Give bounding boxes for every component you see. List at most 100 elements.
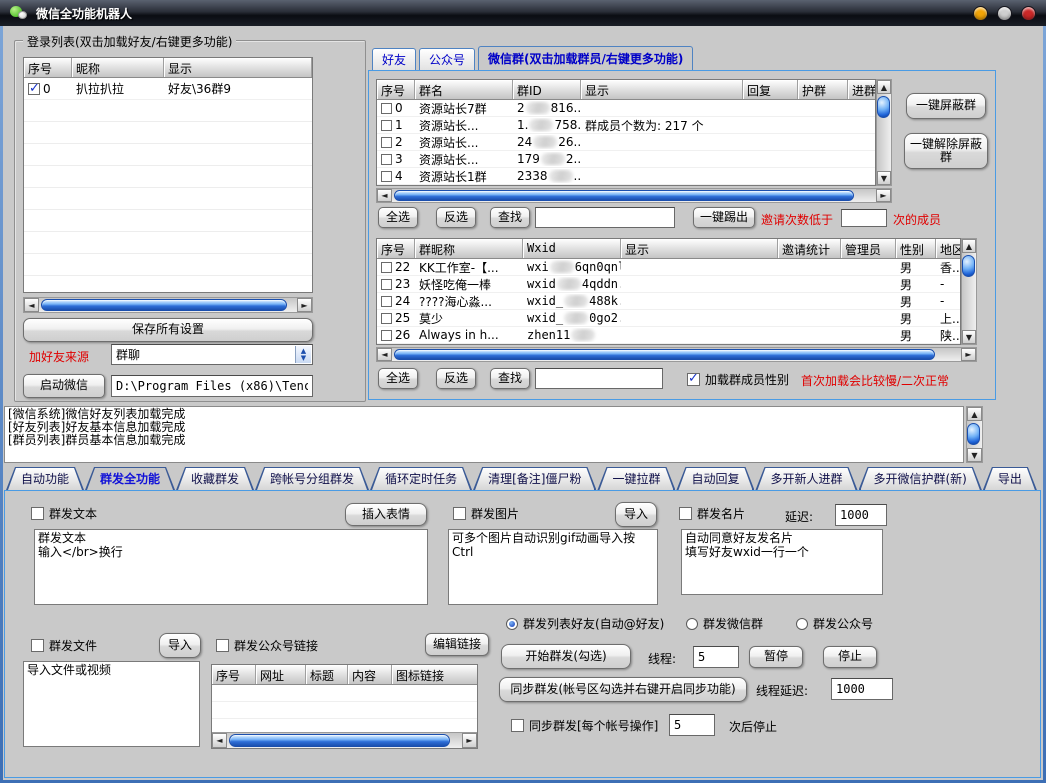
- tab-auto-functions[interactable]: 自动功能: [6, 467, 84, 490]
- link-table[interactable]: 序号 网址 标题 内容 图标链接 ◄ ►: [211, 664, 478, 749]
- send-text-checkbox[interactable]: [31, 507, 44, 520]
- member-select-all-button[interactable]: 全选: [378, 368, 418, 389]
- send-text-checkbox-row[interactable]: 群发文本: [31, 505, 97, 522]
- invite-threshold-input[interactable]: [841, 209, 887, 227]
- tab-one-key-group[interactable]: 一键拉群: [597, 467, 675, 490]
- group-row[interactable]: 2 资源站长... 2426...: [377, 134, 875, 151]
- sync-per-account-checkbox[interactable]: [511, 719, 524, 732]
- scroll-right-arrow[interactable]: ►: [876, 189, 891, 202]
- send-link-checkbox[interactable]: [216, 639, 229, 652]
- group-row[interactable]: 5 资源站长...: [377, 185, 875, 186]
- thread-count-input[interactable]: [693, 646, 739, 668]
- start-mass-send-button[interactable]: 开始群发(勾选): [501, 644, 631, 669]
- member-table-hscrollbar[interactable]: ◄ ►: [376, 347, 977, 362]
- file-import-button[interactable]: 导入: [159, 633, 201, 658]
- group-invert-button[interactable]: 反选: [436, 207, 476, 228]
- member-row[interactable]: 23 妖怪吃俺一棒 wxid4qddn... 男 -: [377, 276, 960, 293]
- scroll-left-arrow[interactable]: ◄: [377, 189, 392, 202]
- group-table[interactable]: 序号 群名 群ID 显示 回复 护群 进群 0 资源站长7群 2816...: [376, 79, 876, 186]
- send-image-checkbox-row[interactable]: 群发图片: [453, 505, 519, 522]
- login-table-hscrollbar[interactable]: ◄ ►: [23, 297, 313, 313]
- friend-source-dropdown[interactable]: 群聊 ▲▼: [111, 344, 313, 365]
- radio-send-groups[interactable]: [686, 618, 698, 630]
- row-checkbox[interactable]: [381, 262, 392, 273]
- scroll-left-arrow[interactable]: ◄: [24, 298, 39, 312]
- radio-send-friends-row[interactable]: 群发列表好友(自动@好友): [506, 615, 664, 632]
- tab-multi-newcomer[interactable]: 多开新人进群: [755, 467, 857, 490]
- mass-text-input[interactable]: 群发文本 输入</br>换行: [34, 529, 428, 605]
- group-row[interactable]: 3 资源站长... 1792...: [377, 151, 875, 168]
- scroll-left-arrow[interactable]: ◄: [212, 733, 227, 748]
- load-sex-checkbox-row[interactable]: 加载群成员性别: [687, 371, 789, 388]
- edit-link-button[interactable]: 编辑链接: [425, 633, 489, 656]
- thread-delay-input[interactable]: [831, 678, 893, 700]
- row-checkbox[interactable]: [381, 120, 392, 131]
- image-import-button[interactable]: 导入: [615, 502, 657, 527]
- log-output[interactable]: [微信系统]微信好友列表加载完成 [好友列表]好友基本信息加载完成 [群员列表]…: [4, 406, 964, 463]
- row-checkbox[interactable]: [381, 154, 392, 165]
- scroll-up-arrow[interactable]: ▲: [877, 80, 891, 94]
- radio-send-friends[interactable]: [506, 618, 518, 630]
- image-list-box[interactable]: 可多个图片自动识别gif动画导入按Ctrl: [448, 529, 658, 605]
- send-card-checkbox-row[interactable]: 群发名片: [679, 505, 745, 522]
- member-invert-button[interactable]: 反选: [436, 368, 476, 389]
- group-row[interactable]: 4 资源站长1群 2338...: [377, 168, 875, 185]
- tab-mass-send[interactable]: 群发全功能: [85, 467, 175, 490]
- member-table[interactable]: 序号 群昵称 Wxid 显示 邀请统计 管理员 性别 地区 22 KK工作室-【…: [376, 238, 961, 345]
- tab-clean-zombie-fans[interactable]: 清理[备注]僵尸粉: [473, 467, 596, 490]
- save-all-settings-button[interactable]: 保存所有设置: [23, 318, 313, 342]
- row-checkbox[interactable]: [381, 313, 392, 324]
- wechat-path-input[interactable]: [111, 375, 313, 397]
- send-file-checkbox-row[interactable]: 群发文件: [31, 637, 97, 654]
- group-select-all-button[interactable]: 全选: [378, 207, 418, 228]
- member-row[interactable]: 22 KK工作室-【... wxi6qn0qnl... 男 香...: [377, 259, 960, 276]
- sync-count-input[interactable]: [669, 714, 715, 736]
- tab-loop-timer[interactable]: 循环定时任务: [370, 467, 472, 490]
- radio-send-official[interactable]: [796, 618, 808, 630]
- row-checkbox[interactable]: [381, 137, 392, 148]
- scroll-right-arrow[interactable]: ►: [462, 733, 477, 748]
- group-row[interactable]: 1 资源站长... 1.758... 群成员个数为: 217 个: [377, 117, 875, 134]
- group-search-input[interactable]: [535, 207, 675, 228]
- group-table-hscrollbar[interactable]: ◄ ►: [376, 188, 892, 203]
- card-wxid-box[interactable]: 自动同意好友发名片 填写好友wxid一行一个: [681, 529, 883, 595]
- login-row[interactable]: 0 扒拉扒拉 好友\36群9: [24, 78, 312, 100]
- tab-official-accounts[interactable]: 公众号: [419, 48, 475, 70]
- scroll-left-arrow[interactable]: ◄: [377, 348, 392, 361]
- link-table-hscrollbar[interactable]: ◄ ►: [212, 732, 477, 748]
- tab-auto-reply[interactable]: 自动回复: [676, 467, 754, 490]
- send-image-checkbox[interactable]: [453, 507, 466, 520]
- row-checkbox[interactable]: [381, 171, 392, 182]
- pause-button[interactable]: 暂停: [749, 646, 803, 668]
- sync-per-account-checkbox-row[interactable]: 同步群发[每个帐号操作]: [511, 717, 658, 734]
- send-card-checkbox[interactable]: [679, 507, 692, 520]
- scroll-down-arrow[interactable]: ▼: [967, 448, 982, 462]
- scroll-right-arrow[interactable]: ►: [961, 348, 976, 361]
- member-row[interactable]: 25 莫少 wxid_0go2... 男 上...: [377, 310, 960, 327]
- row-checkbox[interactable]: [381, 279, 392, 290]
- scroll-down-arrow[interactable]: ▼: [962, 330, 976, 344]
- scroll-up-arrow[interactable]: ▲: [967, 407, 982, 421]
- scroll-right-arrow[interactable]: ►: [297, 298, 312, 312]
- launch-wechat-button[interactable]: 启动微信: [23, 374, 105, 398]
- login-table[interactable]: 序号 昵称 显示 0 扒拉扒拉 好友\36群9: [23, 57, 313, 293]
- group-table-vscrollbar[interactable]: ▲ ▼: [876, 79, 892, 186]
- member-row[interactable]: [377, 344, 960, 345]
- radio-send-groups-row[interactable]: 群发微信群: [686, 615, 763, 632]
- tab-multi-guard-new[interactable]: 多开微信护群(新): [859, 467, 982, 490]
- spinner-updown-icon[interactable]: ▲▼: [295, 346, 311, 363]
- member-search-input[interactable]: [535, 368, 663, 389]
- stop-button[interactable]: 停止: [823, 646, 877, 668]
- load-sex-checkbox[interactable]: [687, 373, 700, 386]
- send-file-checkbox[interactable]: [31, 639, 44, 652]
- scroll-up-arrow[interactable]: ▲: [962, 239, 976, 253]
- tab-cross-account-send[interactable]: 跨帐号分组群发: [255, 467, 369, 490]
- kick-button[interactable]: 一键踢出: [693, 207, 755, 228]
- member-table-vscrollbar[interactable]: ▲ ▼: [961, 238, 977, 345]
- delay-input[interactable]: [835, 504, 887, 526]
- group-row[interactable]: 0 资源站长7群 2816...: [377, 100, 875, 117]
- maximize-button[interactable]: [997, 6, 1012, 21]
- sync-mass-send-button[interactable]: 同步群发(帐号区勾选并右键开启同步功能): [499, 677, 747, 702]
- row-checkbox[interactable]: [381, 296, 392, 307]
- close-button[interactable]: [1021, 6, 1036, 21]
